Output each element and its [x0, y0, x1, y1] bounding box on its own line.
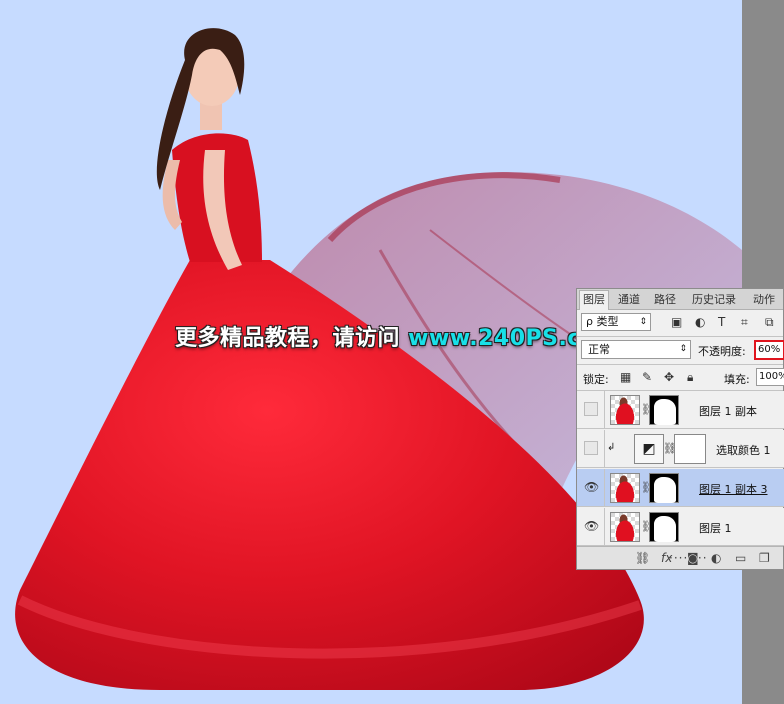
- opacity-input[interactable]: 60%: [754, 340, 784, 360]
- layer-row[interactable]: 👁︎ ⛓ 图层 1: [577, 508, 784, 546]
- layers-panel: 图层 通道 路径 历史记录 动作 ρ 类型 ⇕ ▣ ◐ T ⌗ ⧉ 正常 ⇕ 不…: [576, 288, 784, 570]
- kind-filter-select[interactable]: ρ 类型 ⇕: [581, 313, 651, 331]
- opacity-label: 不透明度:: [698, 345, 746, 358]
- layer-name[interactable]: 图层 1 副本: [699, 403, 757, 419]
- tab-paths[interactable]: 路径: [651, 291, 679, 309]
- lock-label: 锁定:: [583, 373, 609, 386]
- blend-mode-value: 正常: [588, 343, 610, 356]
- scroll-grip[interactable]: ········: [669, 551, 708, 571]
- layer-mask-thumbnail[interactable]: [649, 512, 679, 542]
- layer-mask-thumbnail[interactable]: [674, 434, 706, 464]
- kind-filter-value: ρ 类型: [586, 315, 619, 328]
- chevron-updown-icon: ⇕: [679, 344, 687, 354]
- layer-thumbnail: [610, 395, 640, 425]
- fill-input[interactable]: 100%: [756, 368, 784, 386]
- layer-name[interactable]: 图层 1: [699, 520, 732, 536]
- visibility-toggle[interactable]: [584, 402, 598, 416]
- tab-channels[interactable]: 通道: [615, 291, 643, 309]
- layer-row[interactable]: ⛓ 图层 1 副本: [577, 391, 784, 429]
- lock-move-icon[interactable]: ✥: [664, 370, 674, 384]
- new-adjustment-icon[interactable]: ◐: [711, 551, 721, 565]
- adjustment-icon: ◩: [634, 434, 664, 464]
- lock-brush-icon[interactable]: ✎: [642, 370, 652, 384]
- panel-footer: ⛓ fx ◙ ◐ ▭ ❐ ········: [577, 546, 783, 569]
- shape-filter-icon[interactable]: ⌗: [741, 315, 748, 329]
- eye-icon[interactable]: 👁︎: [584, 519, 599, 533]
- new-group-icon[interactable]: ▭: [735, 551, 746, 565]
- layer-mask-thumbnail[interactable]: [649, 395, 679, 425]
- tab-layers[interactable]: 图层: [579, 290, 609, 310]
- watermark-label: 更多精品教程，请访问: [175, 326, 409, 351]
- layer-row[interactable]: ↲ ◩ ⛓ 选取颜色 1: [577, 430, 784, 468]
- adjustment-filter-icon[interactable]: ◐: [695, 315, 705, 329]
- eye-icon[interactable]: 👁︎: [584, 480, 599, 494]
- pixel-filter-icon[interactable]: ▣: [671, 315, 682, 329]
- layer-name[interactable]: 选取颜色 1: [716, 442, 771, 458]
- visibility-toggle[interactable]: [584, 441, 598, 455]
- smart-object-filter-icon[interactable]: ⧉: [765, 315, 774, 329]
- blend-mode-select[interactable]: 正常 ⇕: [581, 340, 691, 359]
- chevron-updown-icon: ⇕: [639, 317, 647, 327]
- tab-actions[interactable]: 动作: [749, 291, 779, 309]
- lock-transparent-icon[interactable]: ▦: [620, 370, 631, 384]
- layer-thumbnail: [610, 512, 640, 542]
- fill-label: 填充:: [724, 373, 750, 386]
- new-layer-icon[interactable]: ❐: [759, 551, 770, 565]
- layer-mask-thumbnail[interactable]: [649, 473, 679, 503]
- lock-all-icon[interactable]: 🔒︎: [687, 370, 693, 385]
- layer-name[interactable]: 图层 1 副本 3: [699, 481, 768, 497]
- tab-history[interactable]: 历史记录: [687, 291, 741, 309]
- panel-tabs: 图层 通道 路径 历史记录 动作: [577, 289, 783, 310]
- layer-row-selected[interactable]: 👁︎ ⛓ 图层 1 副本 3: [577, 469, 784, 507]
- watermark-text: 更多精品教程，请访问 www.240PS.com: [175, 320, 620, 352]
- link-layers-icon[interactable]: ⛓: [635, 551, 650, 565]
- clipping-arrow-icon: ↲: [607, 442, 616, 453]
- type-filter-icon[interactable]: T: [718, 315, 725, 329]
- layer-thumbnail: [610, 473, 640, 503]
